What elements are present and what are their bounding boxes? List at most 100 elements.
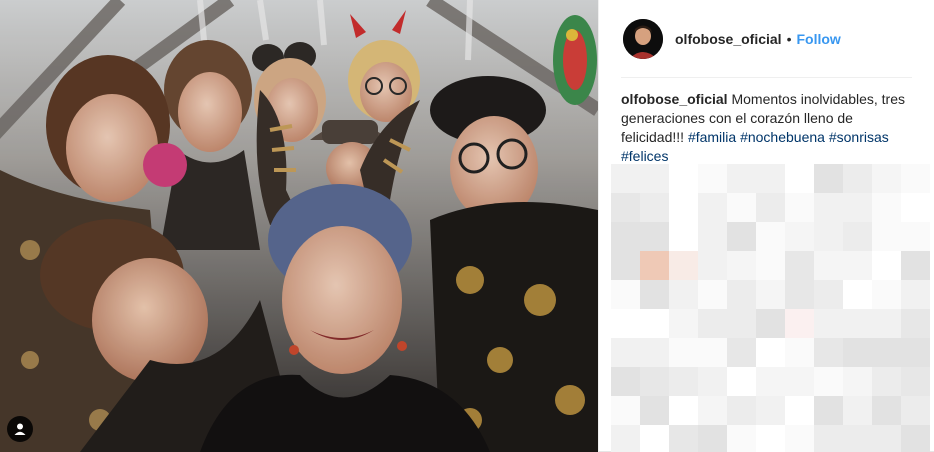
caption-username-link[interactable]: olfobose_oficial [621,91,728,107]
mosaic-cell [640,164,669,193]
group-selfie-image [0,0,598,452]
mosaic-cell [901,396,930,425]
mosaic-cell [843,309,872,338]
mosaic-cell [698,425,727,452]
mosaic-cell [814,425,843,452]
mosaic-cell [611,251,640,280]
mosaic-cell [611,309,640,338]
mosaic-cell [611,164,640,193]
mosaic-cell [814,164,843,193]
mosaic-cell [727,367,756,396]
mosaic-cell [901,367,930,396]
mosaic-cell [843,338,872,367]
mosaic-cell [727,280,756,309]
mosaic-cell [640,251,669,280]
mosaic-cell [669,309,698,338]
mosaic-cell [756,338,785,367]
mosaic-cell [901,338,930,367]
mosaic-cell [843,164,872,193]
mosaic-cell [814,338,843,367]
username-link[interactable]: olfobose_oficial [675,31,782,47]
hashtag-link[interactable]: #nochebuena [740,129,825,145]
mosaic-cell [872,425,901,452]
mosaic-cell [785,396,814,425]
mosaic-cell [872,396,901,425]
mosaic-cell [756,396,785,425]
post-caption: olfobose_oficial Momentos inolvidables, … [621,90,912,166]
mosaic-cell [669,396,698,425]
instagram-post: olfobose_oficial • Follow olfobose_ofici… [0,0,934,452]
mosaic-cell [814,367,843,396]
mosaic-cell [785,367,814,396]
mosaic-cell [640,367,669,396]
hashtag-link[interactable]: #familia [688,129,736,145]
mosaic-cell [843,251,872,280]
mosaic-cell [843,367,872,396]
mosaic-cell [814,222,843,251]
mosaic-cell [872,309,901,338]
mosaic-cell [785,280,814,309]
mosaic-cell [669,193,698,222]
mosaic-cell [669,251,698,280]
mosaic-cell [814,251,843,280]
mosaic-cell [698,280,727,309]
mosaic-cell [756,251,785,280]
hashtag-link[interactable]: #felices [621,148,668,164]
mosaic-cell [669,222,698,251]
mosaic-cell [901,280,930,309]
mosaic-cell [727,193,756,222]
mosaic-cell [640,425,669,452]
mosaic-cell [843,280,872,309]
mosaic-cell [756,280,785,309]
mosaic-cell [727,396,756,425]
mosaic-cell [901,425,930,452]
mosaic-cell [872,338,901,367]
mosaic-cell [785,193,814,222]
mosaic-cell [814,280,843,309]
mosaic-cell [611,425,640,452]
mosaic-cell [698,193,727,222]
mosaic-cell [669,367,698,396]
mosaic-cell [640,193,669,222]
mosaic-cell [814,193,843,222]
mosaic-cell [611,222,640,251]
mosaic-cell [872,164,901,193]
mosaic-cell [843,425,872,452]
mosaic-cell [756,425,785,452]
mosaic-cell [756,309,785,338]
mosaic-cell [611,338,640,367]
mosaic-cell [727,222,756,251]
mosaic-cell [669,425,698,452]
mosaic-cell [872,280,901,309]
mosaic-cell [843,222,872,251]
mosaic-cell [756,164,785,193]
mosaic-cell [901,193,930,222]
post-photo[interactable] [0,0,598,452]
hashtag-link[interactable]: #sonrisas [829,129,889,145]
avatar[interactable] [623,18,663,59]
mosaic-cell [611,280,640,309]
mosaic-cell [843,193,872,222]
mosaic-cell [727,164,756,193]
mosaic-cell [785,338,814,367]
mosaic-cell [901,164,930,193]
mosaic-cell [698,251,727,280]
mosaic-cell [814,309,843,338]
mosaic-cell [901,309,930,338]
follow-button[interactable]: Follow [796,31,840,47]
mosaic-cell [698,222,727,251]
mosaic-cell [611,396,640,425]
mosaic-cell [669,338,698,367]
post-header: olfobose_oficial • Follow [621,0,912,78]
mosaic-cell [640,396,669,425]
mosaic-cell [901,251,930,280]
mosaic-cell [640,338,669,367]
person-icon[interactable] [7,416,33,442]
mosaic-cell [756,367,785,396]
mosaic-cell [785,425,814,452]
pixelated-mosaic [611,164,933,452]
mosaic-cell [785,251,814,280]
mosaic-cell [698,396,727,425]
blurred-comments-area [611,164,933,452]
mosaic-cell [640,280,669,309]
